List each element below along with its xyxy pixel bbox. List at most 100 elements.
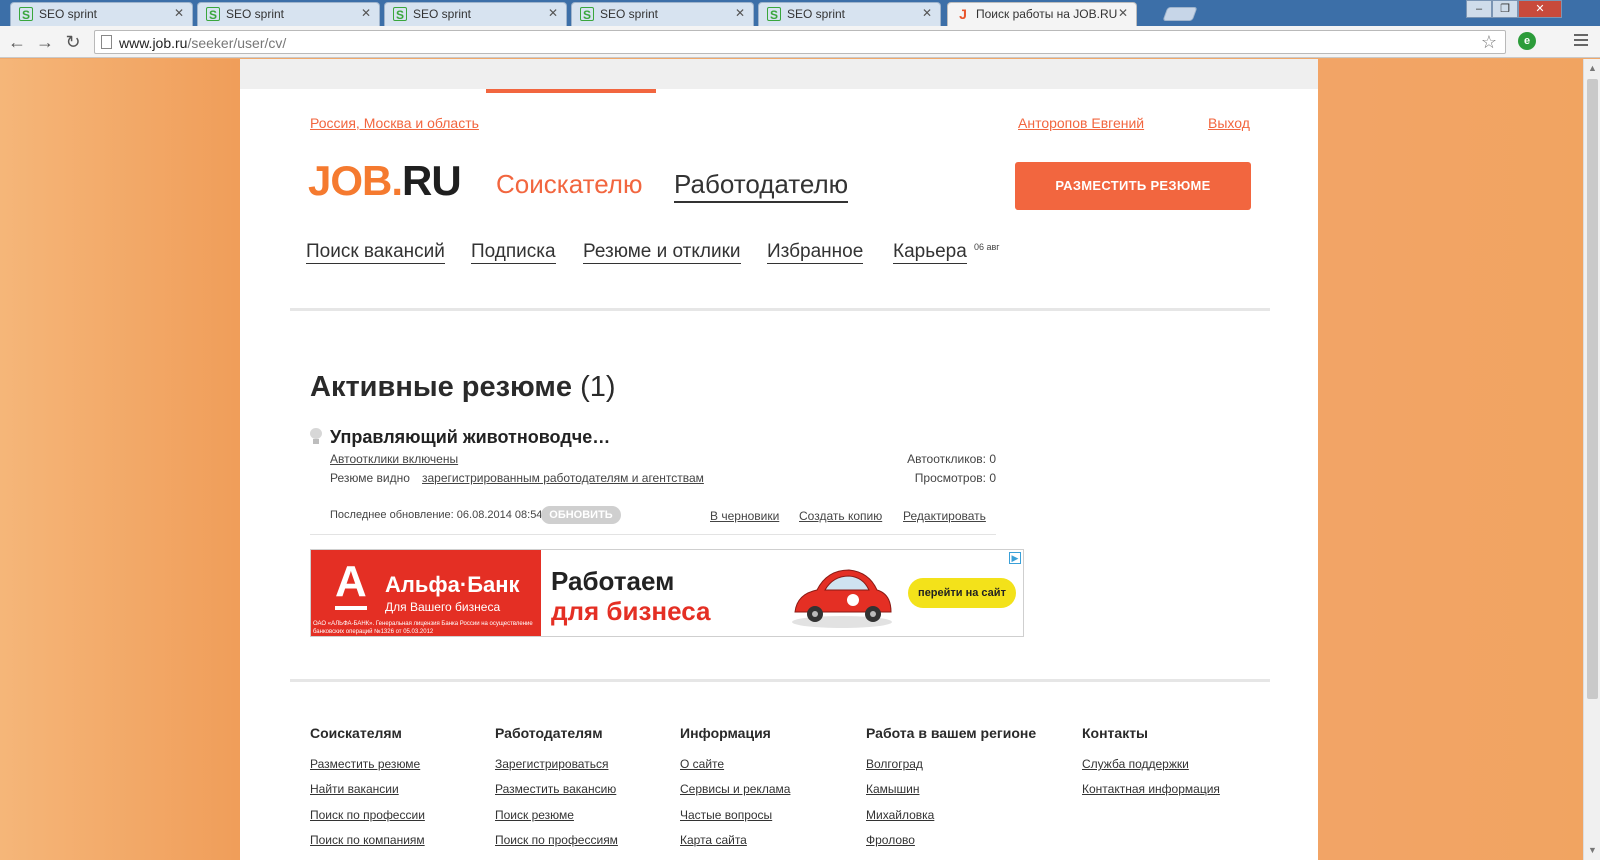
url-path: /seeker/user/cv/ [187,35,287,51]
seosprint-icon: S [767,7,781,22]
page-viewport: Россия, Москва и область Анторопов Евген… [0,59,1583,860]
footer-link[interactable]: Поиск по профессии [310,808,425,822]
footer-heading-contacts: Контакты [1082,725,1149,741]
url-host: www.job.ru [119,35,188,51]
browser-tab[interactable]: S SEO sprint ✕ [10,2,193,26]
footer-link[interactable]: Камышин [866,782,920,796]
browser-toolbar: ← → ↻ www.job.ru/seeker/user/cv/ ☆ e [0,26,1600,58]
edit-link[interactable]: Редактировать [903,509,986,523]
user-name-link[interactable]: Анторопов Евгений [1018,115,1144,131]
menu-icon[interactable] [1574,34,1588,49]
create-copy-link[interactable]: Создать копию [799,509,882,523]
nav-seeker[interactable]: Соискателю [496,169,642,200]
close-tab-icon[interactable]: ✕ [548,6,558,20]
jobru-logo[interactable]: JOB.RU [308,157,462,205]
logout-link[interactable]: Выход [1208,115,1250,131]
scroll-down-icon[interactable]: ▼ [1588,845,1597,855]
car-illustration [792,569,892,628]
region-link[interactable]: Россия, Москва и область [310,115,479,131]
close-tab-icon[interactable]: ✕ [735,6,745,20]
vertical-scrollbar[interactable]: ▲ ▼ [1583,59,1600,860]
reload-icon[interactable]: ↻ [62,31,84,53]
nav-employer[interactable]: Работодателю [674,169,849,203]
extension-icon[interactable]: e [1518,32,1536,50]
footer-link[interactable]: Волгоград [866,757,923,771]
close-tab-icon[interactable]: ✕ [922,6,932,20]
close-window-icon[interactable]: ✕ [1518,0,1562,18]
resume-title[interactable]: Управляющий животноводче… [330,427,610,448]
page-icon [101,35,112,49]
page-content: Россия, Москва и область Анторопов Евген… [240,59,1318,860]
subnav-career[interactable]: Карьера [893,241,967,264]
lightbulb-icon [310,428,322,444]
minimize-icon[interactable]: – [1466,0,1492,18]
logo-dot: . [391,157,403,204]
footer-link[interactable]: Найти вакансии [310,782,399,796]
career-date-badge: 06 авг [974,242,1000,252]
section-title: Активные резюме (1) [310,371,616,403]
subnav-resumes-responses[interactable]: Резюме и отклики [583,241,741,264]
browser-tab[interactable]: S SEO sprint ✕ [197,2,380,26]
close-tab-icon[interactable]: ✕ [361,6,371,20]
footer-link[interactable]: Зарегистрироваться [495,757,608,771]
auto-responses-count: Автооткликов: 0 [907,452,996,466]
auto-responses-link[interactable]: Автоотклики включены [330,452,458,466]
resume-divider [310,534,996,535]
alfa-logo-bar [335,606,367,610]
bookmark-star-icon[interactable]: ☆ [1481,32,1497,53]
to-drafts-link[interactable]: В черновики [710,509,779,523]
subnav-subscription[interactable]: Подписка [471,241,556,264]
footer-link[interactable]: Поиск по компаниям [310,833,425,847]
scrollbar-thumb[interactable] [1587,79,1598,699]
browser-tab[interactable]: S SEO sprint ✕ [758,2,941,26]
ad-legal-text: ОАО «АЛЬФА-БАНК». Генеральная лицензия Б… [313,621,533,635]
footer-link[interactable]: Сервисы и реклама [680,782,790,796]
resume-count: (1) [580,371,616,403]
footer-link[interactable]: Фролово [866,833,915,847]
footer-link[interactable]: О сайте [680,757,724,771]
browser-titlebar: S SEO sprint ✕ S SEO sprint ✕ S SEO spri… [0,0,1600,27]
ad-bank-name: Альфа·Банк [385,572,520,597]
logo-ru: RU [402,157,462,204]
ad-banner[interactable]: А Альфа·Банк Для Вашего бизнеса ОАО «АЛЬ… [310,549,1024,637]
footer-link[interactable]: Поиск резюме [495,808,574,822]
visibility-label: Резюме видно [330,471,410,485]
ad-headline-1: Работаем [551,566,675,596]
footer-link[interactable]: Карта сайта [680,833,747,847]
top-accent-bar [486,89,656,93]
close-tab-icon[interactable]: ✕ [1118,6,1128,20]
footer-link[interactable]: Разместить вакансию [495,782,616,796]
seosprint-icon: S [393,7,407,22]
seosprint-icon: S [580,7,594,22]
address-bar[interactable]: www.job.ru/seeker/user/cv/ ☆ [94,30,1506,54]
seosprint-icon: S [19,7,33,22]
footer-link[interactable]: Поиск по профессиям [495,833,618,847]
ad-headline-2: для бизнеса [551,596,711,626]
footer-heading-employers: Работодателям [495,725,603,741]
divider [290,308,1270,311]
close-tab-icon[interactable]: ✕ [174,6,184,20]
footer-link[interactable]: Служба поддержки [1082,757,1189,771]
footer-link[interactable]: Разместить резюме [310,757,420,771]
footer-link[interactable]: Частые вопросы [680,808,772,822]
adchoices-icon[interactable]: ▶ [1009,552,1021,564]
subnav-vacancy-search[interactable]: Поиск вакансий [306,241,445,264]
footer-link[interactable]: Контактная информация [1082,782,1220,796]
subnav-favorites[interactable]: Избранное [767,241,864,264]
forward-icon[interactable]: → [34,31,56,53]
new-tab-button[interactable] [1162,7,1198,21]
post-resume-button[interactable]: РАЗМЕСТИТЬ РЕЗЮМЕ [1015,162,1251,210]
footer-heading-seekers: Соискателям [310,725,402,741]
refresh-button[interactable]: ОБНОВИТЬ [541,506,621,524]
scroll-up-icon[interactable]: ▲ [1588,63,1597,73]
back-icon[interactable]: ← [6,31,28,53]
browser-tab[interactable]: S SEO sprint ✕ [571,2,754,26]
browser-tab-active[interactable]: J Поиск работы на JOB.RU ✕ [947,2,1137,27]
seosprint-icon: S [206,7,220,22]
ad-cta-button[interactable]: перейти на сайт [908,578,1016,608]
visibility-link[interactable]: зарегистрированным работодателям и агент… [422,471,704,485]
browser-tab[interactable]: S SEO sprint ✕ [384,2,567,26]
footer-link[interactable]: Михайловка [866,808,934,822]
restore-icon[interactable]: ❐ [1492,0,1518,18]
top-strip [240,59,1318,93]
